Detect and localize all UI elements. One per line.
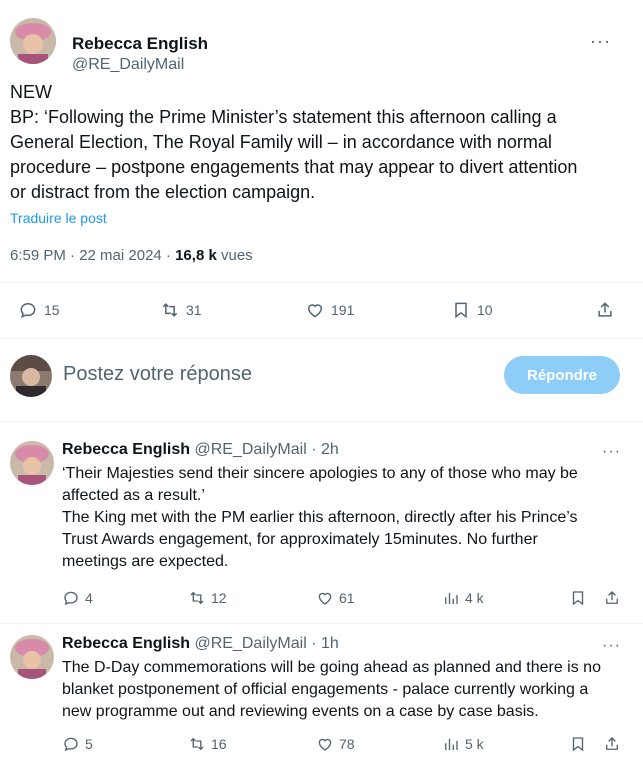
main-tweet-header: Rebecca English @RE_DailyMail ··· xyxy=(10,14,633,74)
views-count: 5 k xyxy=(465,736,484,752)
post-text-line: BP: ‘Following the Prime Minister’s stat… xyxy=(10,107,557,127)
main-actions-bar: 15 31 191 10 xyxy=(0,286,643,334)
avatar[interactable] xyxy=(10,441,54,485)
reply-count: 5 xyxy=(85,736,93,752)
divider xyxy=(0,623,643,624)
post-text-line: procedure – postpone engagements that ma… xyxy=(10,157,578,177)
reply-tweet[interactable]: Rebecca English @RE_DailyMail · 1h ··· T… xyxy=(0,627,643,765)
avatar-image xyxy=(10,635,54,679)
repost-button[interactable]: 12 xyxy=(188,589,227,607)
reply-button[interactable]: 15 xyxy=(18,300,60,320)
post-timestamp[interactable]: 6:59 PM · 22 mai 2024 · xyxy=(10,247,175,264)
repost-button[interactable]: 16 xyxy=(188,735,227,753)
more-icon[interactable]: ··· xyxy=(602,443,621,461)
reply-tweet[interactable]: Rebecca English @RE_DailyMail · 2h ··· ‘… xyxy=(0,433,643,621)
post-meta: 6:59 PM · 22 mai 2024 · 16,8 k vues xyxy=(10,247,253,264)
more-icon[interactable]: ··· xyxy=(590,32,611,50)
reply-text-line: Trust Awards engagement, for approximate… xyxy=(62,531,538,548)
avatar-image xyxy=(10,441,54,485)
like-count: 191 xyxy=(331,302,355,318)
repost-icon xyxy=(162,303,178,317)
share-icon xyxy=(606,737,618,750)
views-label: vues xyxy=(216,247,253,264)
reply-header: Rebecca English @RE_DailyMail · 1h xyxy=(62,635,339,653)
avatar[interactable] xyxy=(10,18,56,64)
user-avatar[interactable] xyxy=(10,355,52,397)
like-button[interactable]: 191 xyxy=(305,300,354,320)
bookmark-button[interactable]: 10 xyxy=(451,300,493,320)
post-text-line: General Election, The Royal Family will … xyxy=(10,132,552,152)
like-button[interactable]: 61 xyxy=(316,589,355,607)
author-name[interactable]: Rebecca English xyxy=(62,635,190,652)
repost-count: 12 xyxy=(211,590,227,606)
bookmark-icon xyxy=(572,591,584,606)
reply-button[interactable]: 5 xyxy=(62,735,93,753)
avatar-image xyxy=(10,18,56,64)
repost-count: 31 xyxy=(186,302,202,318)
reply-text-line: new programme out and reviewing events o… xyxy=(62,703,539,720)
views-count: 4 k xyxy=(465,590,484,606)
divider xyxy=(0,338,643,339)
reply-count: 15 xyxy=(44,302,60,318)
share-button[interactable] xyxy=(595,300,621,320)
reply-input[interactable]: Postez votre réponse xyxy=(63,363,252,386)
views-icon xyxy=(445,738,458,750)
reply-text-line: affected as a result.’ xyxy=(62,487,205,504)
reply-actions-bar: 5 16 78 5 k xyxy=(0,731,643,761)
bookmark-icon xyxy=(455,302,467,319)
post-text: NEW BP: ‘Following the Prime Minister’s … xyxy=(10,80,635,205)
reply-text-line: meetings are expected. xyxy=(62,553,229,570)
like-count: 78 xyxy=(339,736,355,752)
more-icon[interactable]: ··· xyxy=(602,637,621,655)
like-icon xyxy=(318,592,332,605)
bookmark-button[interactable] xyxy=(569,735,592,753)
bookmark-count: 10 xyxy=(477,302,493,318)
reply-text-line: ‘Their Majesties send their sincere apol… xyxy=(62,465,578,482)
views-button[interactable]: 5 k xyxy=(442,735,484,753)
like-button[interactable]: 78 xyxy=(316,735,355,753)
reply-text-line: The D-Day commemorations will be going a… xyxy=(62,659,601,676)
reply-icon xyxy=(64,737,78,752)
share-button[interactable] xyxy=(603,589,626,607)
reply-composer: Postez votre réponse Répondre xyxy=(0,349,643,405)
views-count: 16,8 k xyxy=(175,247,217,264)
reply-icon xyxy=(20,302,36,318)
reply-count: 4 xyxy=(85,590,93,606)
like-icon xyxy=(318,738,332,751)
like-count: 61 xyxy=(339,590,355,606)
repost-icon xyxy=(190,737,204,751)
author-handle[interactable]: @RE_DailyMail · 2h xyxy=(195,441,339,458)
reply-submit-button[interactable]: Répondre xyxy=(504,356,620,394)
reply-button[interactable]: 4 xyxy=(62,589,93,607)
reply-actions-bar: 4 12 61 4 k xyxy=(0,585,643,615)
share-icon xyxy=(598,302,612,317)
share-button[interactable] xyxy=(603,735,626,753)
translate-link[interactable]: Traduire le post xyxy=(10,210,107,226)
author-handle[interactable]: @RE_DailyMail xyxy=(72,56,184,74)
avatar[interactable] xyxy=(10,635,54,679)
repost-button[interactable]: 31 xyxy=(160,300,202,320)
bookmark-button[interactable] xyxy=(569,589,592,607)
bookmark-icon xyxy=(572,737,584,752)
divider xyxy=(0,421,643,422)
author-name[interactable]: Rebecca English xyxy=(72,34,208,54)
post-text-line: NEW xyxy=(10,82,52,102)
views-icon xyxy=(445,592,458,604)
like-icon xyxy=(307,304,323,318)
author-handle[interactable]: @RE_DailyMail · 1h xyxy=(195,635,339,652)
divider xyxy=(0,282,643,283)
author-name[interactable]: Rebecca English xyxy=(62,441,190,458)
reply-text: The D-Day commemorations will be going a… xyxy=(62,657,632,723)
post-text-line: or distract from the election campaign. xyxy=(10,182,316,202)
reply-icon xyxy=(64,591,78,606)
reply-text: ‘Their Majesties send their sincere apol… xyxy=(62,463,632,573)
repost-icon xyxy=(190,591,204,605)
views-button[interactable]: 4 k xyxy=(442,589,484,607)
user-avatar-image xyxy=(10,355,52,397)
reply-text-line: blanket postponement of official engagem… xyxy=(62,681,589,698)
share-icon xyxy=(606,591,618,604)
reply-text-line: The King met with the PM earlier this af… xyxy=(62,509,578,526)
repost-count: 16 xyxy=(211,736,227,752)
reply-header: Rebecca English @RE_DailyMail · 2h xyxy=(62,441,339,459)
